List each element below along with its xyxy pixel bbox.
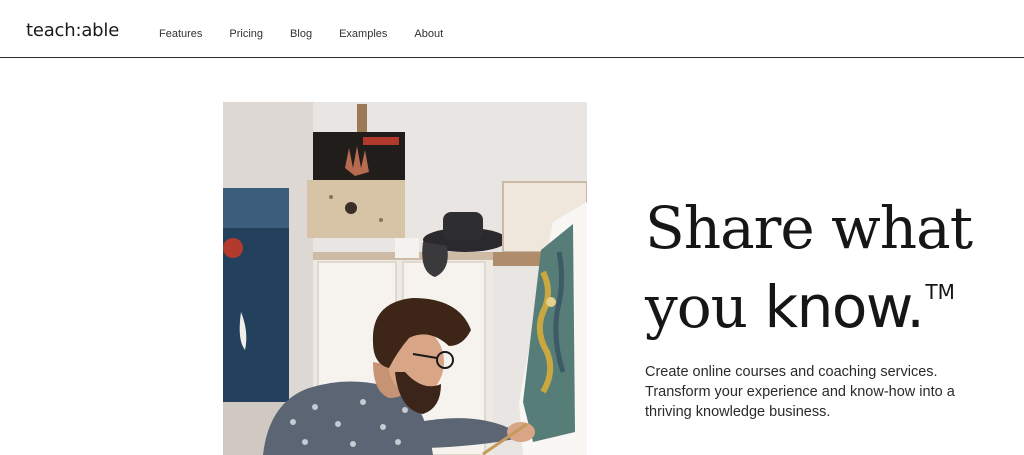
headline-line1: Share what: [645, 194, 973, 262]
teachable-logo[interactable]: teach:able: [26, 20, 119, 41]
nav-about-link[interactable]: About: [414, 27, 443, 41]
hero-image-painter: [223, 102, 587, 455]
nav-blog-link[interactable]: Blog: [290, 27, 312, 41]
headline-bold-text: know.: [764, 273, 924, 341]
headline-plain-text: you: [645, 273, 765, 341]
main-nav: Features Pricing Blog Examples About: [159, 27, 470, 41]
hero-subtext: Create online courses and coaching servi…: [645, 364, 955, 420]
nav-pricing-link[interactable]: Pricing: [229, 27, 263, 41]
headline-line2: you know. TM: [645, 260, 972, 339]
hero-headline: Share what you know. TM: [645, 194, 973, 339]
nav-features-link[interactable]: Features: [159, 27, 202, 41]
nav-examples-link[interactable]: Examples: [339, 27, 387, 41]
trademark-mark: TM: [925, 280, 955, 304]
site-header: teach:able Features Pricing Blog Example…: [0, 0, 1024, 58]
